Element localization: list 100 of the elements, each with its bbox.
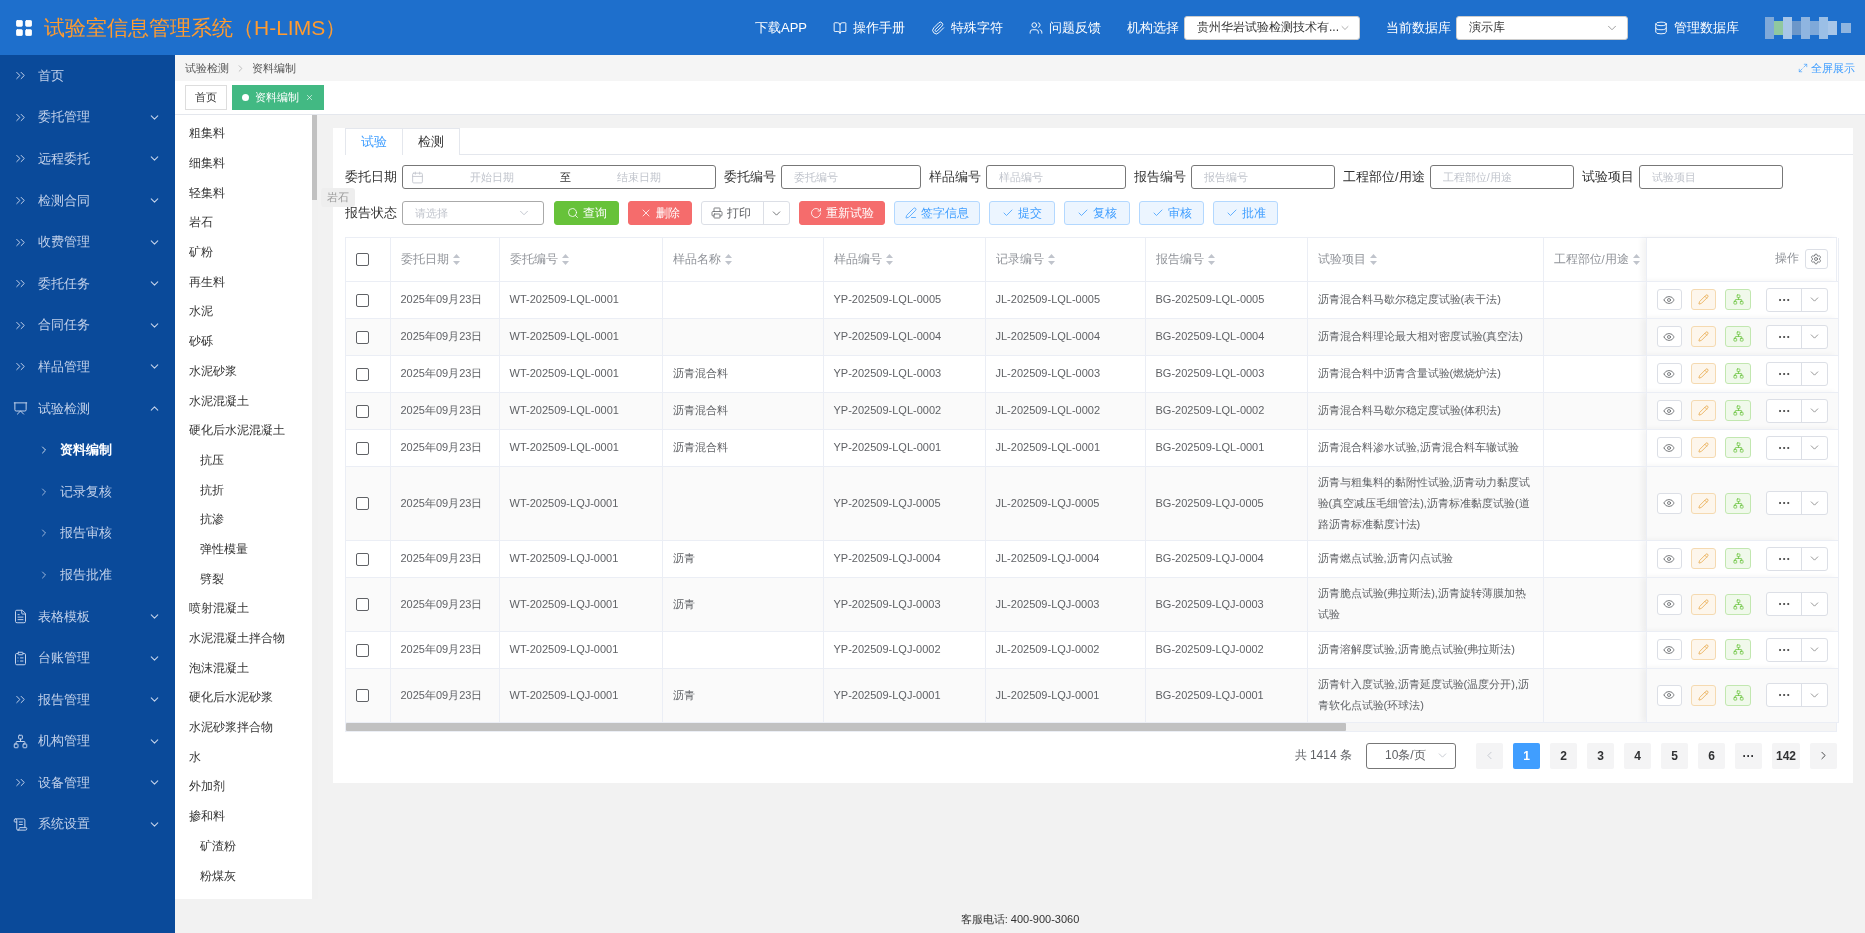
tree-item[interactable]: 砂砾: [175, 326, 312, 357]
sidebar-item[interactable]: 设备管理: [0, 762, 175, 804]
view-button[interactable]: [1656, 400, 1682, 421]
next-page-button[interactable]: [1810, 742, 1837, 769]
tree-item[interactable]: 矿粉: [175, 237, 312, 268]
tree-item[interactable]: 抗渗: [175, 504, 312, 535]
view-button[interactable]: [1656, 289, 1682, 310]
edit-button[interactable]: [1690, 289, 1717, 310]
view-button[interactable]: [1656, 363, 1682, 384]
more-button[interactable]: [1765, 435, 1828, 460]
structure-button[interactable]: [1725, 437, 1751, 458]
header-link[interactable]: 下载APP: [755, 18, 807, 37]
more-button[interactable]: [1765, 361, 1828, 386]
sidebar-item[interactable]: 报告管理: [0, 678, 175, 721]
tree-item[interactable]: 掺和料: [175, 801, 312, 832]
sidebar-item[interactable]: 系统设置: [0, 803, 175, 846]
sidebar-item[interactable]: 远程委托: [0, 138, 175, 180]
page-button[interactable]: 4: [1623, 742, 1651, 769]
row-checkbox[interactable]: [356, 441, 369, 455]
tree-item[interactable]: 硬化后水泥混凝土: [175, 415, 312, 446]
tree-item[interactable]: 劈裂: [175, 564, 312, 594]
row-checkbox[interactable]: [356, 330, 369, 344]
tree-item[interactable]: 水泥: [175, 297, 312, 327]
org-select[interactable]: 贵州华岩试验检测技术有...: [1184, 15, 1360, 40]
sort-icon[interactable]: [1207, 253, 1215, 265]
sidebar-item[interactable]: 首页: [0, 55, 175, 97]
row-checkbox[interactable]: [356, 689, 369, 703]
settings-button[interactable]: [1804, 249, 1828, 270]
row-checkbox[interactable]: [356, 293, 369, 307]
sidebar-item[interactable]: 试验检测: [0, 387, 175, 430]
structure-button[interactable]: [1725, 492, 1751, 514]
row-checkbox[interactable]: [356, 404, 369, 418]
tree-item[interactable]: 水泥混凝土: [175, 386, 312, 416]
edit-button[interactable]: [1690, 400, 1717, 421]
tree-item[interactable]: 外加剂: [175, 772, 312, 802]
tree-item[interactable]: 轻集料: [175, 178, 312, 209]
structure-button[interactable]: [1725, 326, 1751, 347]
sort-icon[interactable]: [1632, 253, 1640, 265]
app-grid-icon[interactable]: [14, 17, 34, 38]
sort-icon[interactable]: [1369, 253, 1377, 265]
sidebar-subitem[interactable]: 报告审核: [0, 512, 175, 555]
page-tab[interactable]: 首页: [185, 85, 227, 110]
header-link[interactable]: 问题反馈: [1029, 18, 1101, 37]
more-button[interactable]: [1765, 324, 1828, 349]
view-button[interactable]: [1656, 684, 1682, 706]
sidebar-item[interactable]: 收费管理: [0, 221, 175, 263]
page-button[interactable]: 2: [1549, 742, 1577, 769]
tree-item[interactable]: 粗集料: [175, 119, 312, 149]
database-select[interactable]: 演示库: [1456, 15, 1628, 40]
row-checkbox[interactable]: [356, 643, 369, 657]
sort-icon[interactable]: [724, 253, 732, 265]
edit-button[interactable]: [1690, 684, 1717, 706]
row-checkbox[interactable]: [356, 552, 369, 566]
view-button[interactable]: [1656, 639, 1682, 660]
sidebar-item[interactable]: 委托管理: [0, 96, 175, 139]
more-button[interactable]: [1765, 398, 1828, 423]
page-button[interactable]: 5: [1660, 742, 1688, 769]
sidebar-subitem[interactable]: 报告批准: [0, 554, 175, 596]
edit-button[interactable]: [1690, 593, 1717, 615]
select-all-checkbox[interactable]: [356, 253, 369, 266]
manage-database-link[interactable]: 管理数据库: [1654, 18, 1739, 37]
structure-button[interactable]: [1725, 639, 1751, 660]
tree-item[interactable]: 水: [175, 742, 312, 773]
scrollbar-thumb[interactable]: [346, 722, 1346, 731]
sidebar-item[interactable]: 检测合同: [0, 179, 175, 222]
more-button[interactable]: [1765, 491, 1828, 515]
sidebar-item[interactable]: 委托任务: [0, 262, 175, 305]
sidebar-item[interactable]: 表格模板: [0, 595, 175, 638]
page-size-select[interactable]: 10条/页: [1365, 742, 1456, 769]
tree-item[interactable]: 再生料: [175, 267, 312, 298]
page-button[interactable]: 142: [1771, 742, 1800, 769]
view-button[interactable]: [1656, 593, 1682, 615]
more-button[interactable]: [1765, 637, 1828, 662]
view-button[interactable]: [1656, 548, 1682, 569]
sidebar-subitem[interactable]: 资料编制: [0, 429, 175, 471]
more-button[interactable]: [1765, 546, 1828, 571]
sort-icon[interactable]: [1047, 253, 1055, 265]
structure-button[interactable]: [1725, 400, 1751, 421]
view-button[interactable]: [1656, 437, 1682, 458]
row-checkbox[interactable]: [356, 598, 369, 612]
sort-icon[interactable]: [561, 253, 569, 265]
row-checkbox[interactable]: [356, 497, 369, 511]
structure-button[interactable]: [1725, 684, 1751, 706]
tree-item[interactable]: 粉煤灰: [175, 861, 312, 891]
tree-item[interactable]: 水泥砂浆拌合物: [175, 712, 312, 743]
tree-item[interactable]: 细集料: [175, 148, 312, 179]
view-button[interactable]: [1656, 492, 1682, 514]
tree-item[interactable]: 水泥砂浆: [175, 356, 312, 387]
tree-item[interactable]: 抗压: [175, 445, 312, 476]
page-button[interactable]: ···: [1734, 742, 1762, 769]
sort-icon[interactable]: [885, 253, 893, 265]
structure-button[interactable]: [1725, 548, 1751, 569]
blurred-user-icon[interactable]: [1765, 16, 1851, 39]
sort-icon[interactable]: [452, 253, 460, 265]
tree-item[interactable]: 水泥混凝土拌合物: [175, 623, 312, 654]
header-link[interactable]: 操作手册: [833, 18, 905, 37]
tree-item[interactable]: 泡沫混凝土: [175, 653, 312, 684]
page-button[interactable]: 3: [1586, 742, 1614, 769]
tab[interactable]: 检测: [402, 128, 460, 155]
sidebar-item[interactable]: 样品管理: [0, 346, 175, 388]
